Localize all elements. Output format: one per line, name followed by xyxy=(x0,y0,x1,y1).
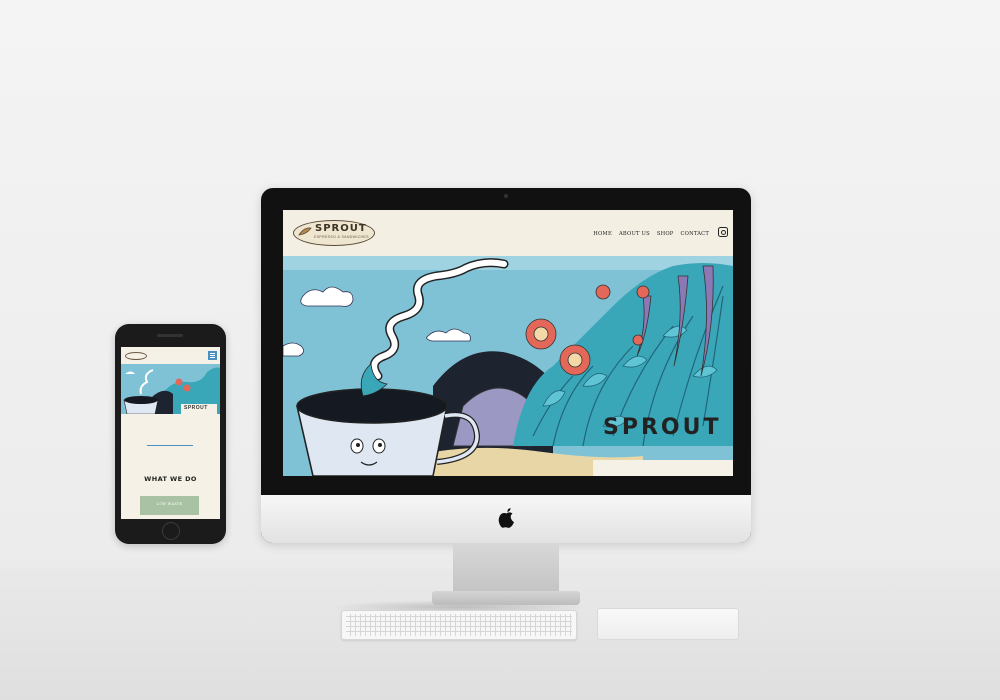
main-nav: HOME ABOUT US SHOP CONTACT xyxy=(593,231,709,237)
apple-logo-icon xyxy=(498,508,514,528)
home-button[interactable] xyxy=(162,522,180,540)
divider-line xyxy=(147,445,193,446)
hero-mural-illustration xyxy=(283,256,733,476)
sprout-leaf-icon xyxy=(298,227,312,236)
imac-screen: SPROUT ESPRESSO & SANDWICHES HOME ABOUT … xyxy=(283,210,733,476)
camera-icon xyxy=(504,194,508,198)
nav-shop[interactable]: SHOP xyxy=(657,231,674,237)
logo-name: SPROUT xyxy=(315,223,367,234)
logo-tagline: ESPRESSO & SANDWICHES xyxy=(314,235,369,239)
phone-speaker xyxy=(157,334,183,337)
hamburger-menu-icon[interactable] xyxy=(208,351,217,360)
nav-home[interactable]: HOME xyxy=(593,231,612,237)
trackpad xyxy=(597,608,739,640)
mobile-hero-brand: SPROUT xyxy=(184,405,208,411)
section-title: WHAT WE DO xyxy=(144,475,197,483)
site-header: SPROUT ESPRESSO & SANDWICHES HOME ABOUT … xyxy=(283,210,733,256)
imac-stand-base xyxy=(432,591,580,605)
low-waste-button[interactable]: LOW WASTE xyxy=(140,496,199,515)
instagram-icon[interactable] xyxy=(718,227,728,237)
keyboard-keys xyxy=(346,614,572,636)
keyboard xyxy=(341,610,577,640)
hero-brand-text: SPROUT xyxy=(603,415,722,440)
phone-screen: SPROUT WHAT WE DO LOW WASTE xyxy=(121,347,220,519)
imac-stand-neck xyxy=(453,543,559,595)
mobile-logo[interactable] xyxy=(125,352,147,360)
nav-about-us[interactable]: ABOUT US xyxy=(619,231,650,237)
low-waste-button-label: LOW WASTE xyxy=(156,502,183,506)
nav-contact[interactable]: CONTACT xyxy=(680,231,709,237)
